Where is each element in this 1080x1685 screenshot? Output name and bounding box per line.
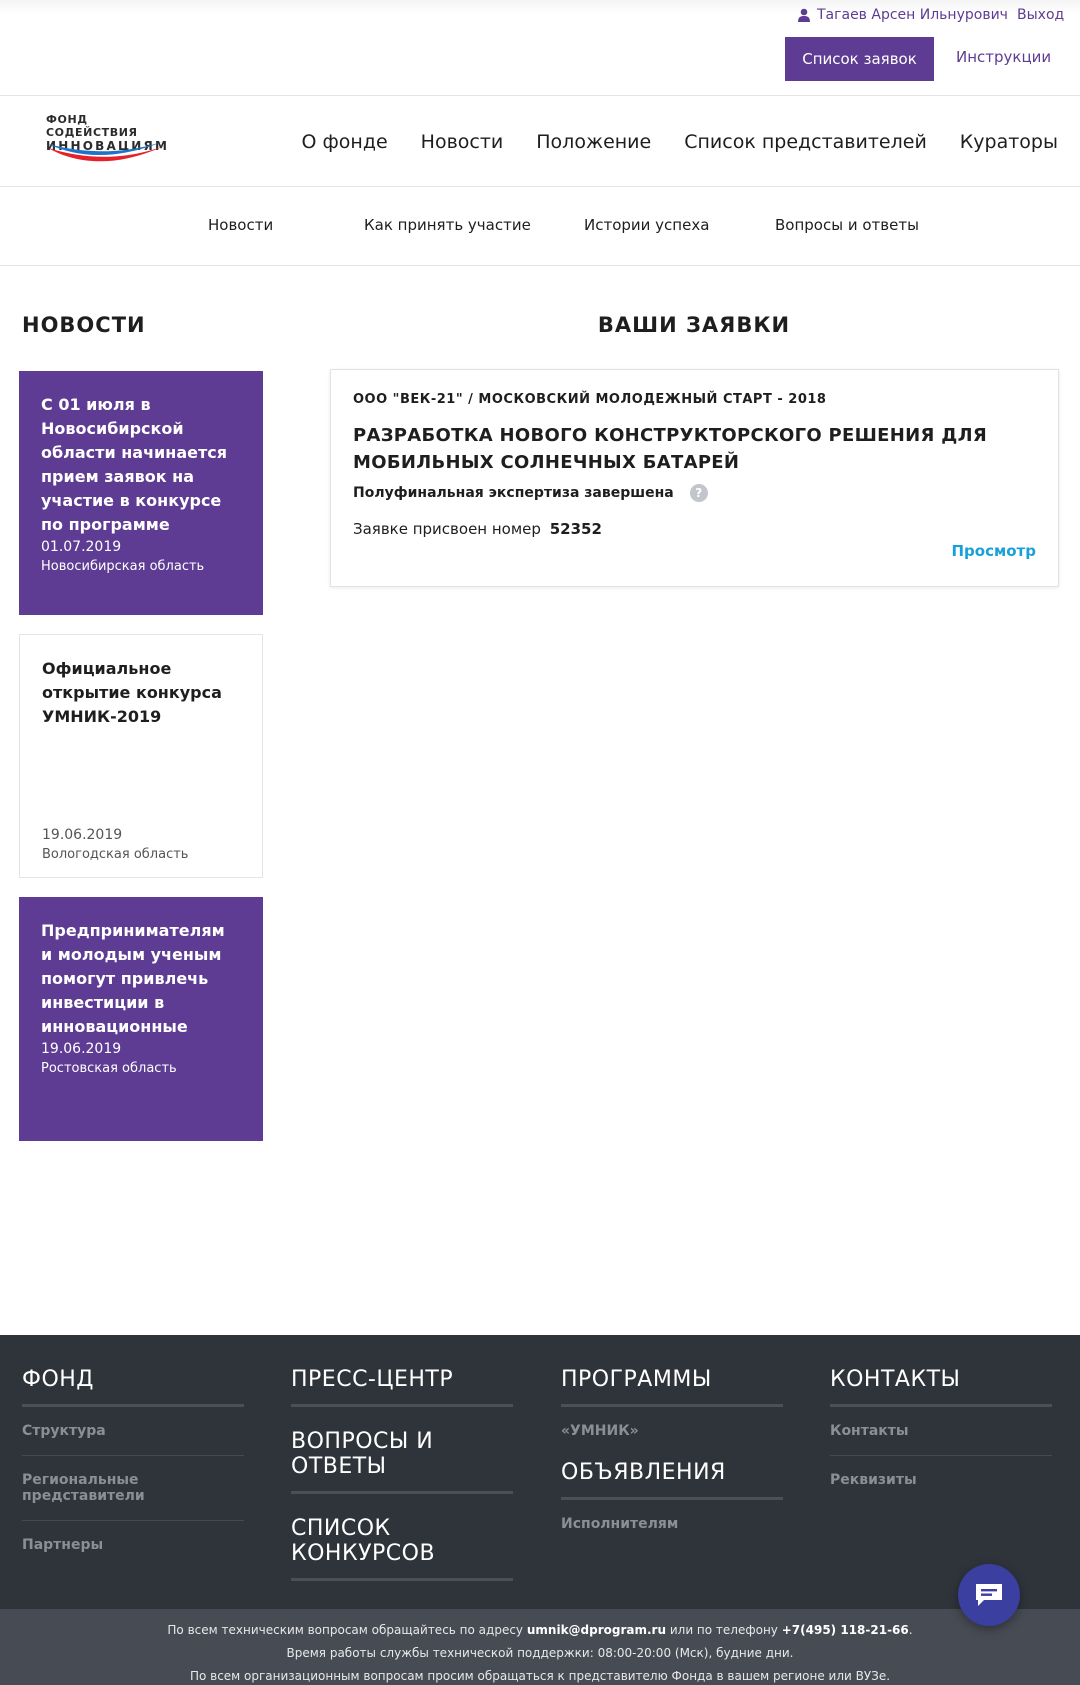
- support-email[interactable]: umnik@dprogram.ru: [527, 1623, 666, 1637]
- news-title: Предпринимателям и молодым ученым помогу…: [41, 921, 225, 1036]
- footer-heading-faq[interactable]: ВОПРОСЫ И ОТВЕТЫ: [291, 1429, 513, 1494]
- news-card[interactable]: Официальное открытие конкурса УМНИК-2019…: [19, 634, 263, 878]
- news-heading: НОВОСТИ: [22, 313, 146, 337]
- application-organization: ООО "ВЕК-21" / МОСКОВСКИЙ МОЛОДЕЖНЫЙ СТА…: [353, 392, 827, 407]
- support-line-3: По всем организационным вопросам просим …: [189, 1669, 891, 1683]
- chat-button[interactable]: [958, 1564, 1020, 1626]
- application-number-value: 52352: [549, 520, 602, 538]
- chat-icon: [976, 1584, 1002, 1606]
- logo-swoosh-icon: [48, 142, 164, 162]
- sub-navigation: Новости Как принять участие Истории успе…: [0, 188, 1080, 266]
- nav-regulations[interactable]: Положение: [536, 131, 651, 153]
- news-region: Ростовская область: [41, 1061, 177, 1076]
- application-title: РАЗРАБОТКА НОВОГО КОНСТРУКТОРСКОГО РЕШЕН…: [353, 425, 987, 473]
- footer-heading-contacts[interactable]: КОНТАКТЫ: [830, 1367, 1052, 1407]
- news-date: 19.06.2019: [41, 1041, 122, 1057]
- view-application-link[interactable]: Просмотр: [952, 542, 1037, 560]
- nav-representatives[interactable]: Список представителей: [684, 131, 927, 153]
- top-bar: Тагаев Арсен Ильнурович Выход Список зая…: [0, 0, 1080, 96]
- main-header: ФОНД СОДЕЙСТВИЯ ИННОВАЦИЯМ О фонде Новос…: [0, 96, 1080, 187]
- footer-link-regional-reps[interactable]: Региональные представители: [22, 1456, 244, 1521]
- footer-heading-fund[interactable]: ФОНД: [22, 1367, 244, 1407]
- user-name: Тагаев Арсен Ильнурович: [817, 7, 1008, 23]
- nav-curators[interactable]: Кураторы: [960, 131, 1058, 153]
- support-info-bar: По всем техническим вопросам обращайтесь…: [0, 1609, 1080, 1685]
- help-icon[interactable]: ?: [689, 484, 708, 502]
- logo-line-1: ФОНД СОДЕЙСТВИЯ: [46, 113, 138, 139]
- support-line-2: Время работы службы технической поддержк…: [286, 1646, 794, 1660]
- footer-column-programs: ПРОГРАММЫ «УМНИК» ОБЪЯВЛЕНИЯ Исполнителя…: [561, 1367, 783, 1548]
- news-card[interactable]: С 01 июля в Новосибирской области начина…: [19, 371, 263, 615]
- footer-link-contacts[interactable]: Контакты: [830, 1407, 1052, 1456]
- support-phone[interactable]: +7(495) 118-21-66: [782, 1623, 909, 1637]
- footer-link-structure[interactable]: Структура: [22, 1407, 244, 1456]
- applications-list-button[interactable]: Список заявок: [785, 37, 934, 81]
- support-line-1: По всем техническим вопросам обращайтесь…: [0, 1619, 1080, 1642]
- application-card: ООО "ВЕК-21" / МОСКОВСКИЙ МОЛОДЕЖНЫЙ СТА…: [330, 369, 1059, 587]
- nav-news[interactable]: Новости: [421, 131, 504, 153]
- news-date: 01.07.2019: [41, 539, 122, 555]
- application-number: Заявке присвоен номер 52352: [353, 520, 602, 538]
- subnav-success-stories[interactable]: Истории успеха: [584, 216, 709, 234]
- instructions-link[interactable]: Инструкции: [956, 48, 1051, 66]
- support-text: или по телефону: [669, 1623, 778, 1637]
- footer-link-requisites[interactable]: Реквизиты: [830, 1456, 1052, 1504]
- subnav-faq[interactable]: Вопросы и ответы: [775, 216, 919, 234]
- news-region: Вологодская область: [42, 847, 189, 862]
- subnav-how-to-participate[interactable]: Как принять участие: [364, 216, 531, 234]
- footer-link-umnik[interactable]: «УМНИК»: [561, 1407, 783, 1455]
- footer-heading-contests[interactable]: СПИСОК КОНКУРСОВ: [291, 1516, 513, 1581]
- footer-heading-press[interactable]: ПРЕСС-ЦЕНТР: [291, 1367, 513, 1407]
- footer-link-executors[interactable]: Исполнителям: [561, 1500, 783, 1548]
- fund-logo[interactable]: ФОНД СОДЕЙСТВИЯ ИННОВАЦИЯМ: [46, 113, 168, 171]
- logout-link[interactable]: Выход: [1017, 7, 1064, 23]
- footer-link-partners[interactable]: Партнеры: [22, 1521, 244, 1569]
- main-navigation: О фонде Новости Положение Список предста…: [269, 96, 1058, 187]
- support-text: .: [908, 1623, 913, 1637]
- application-number-label: Заявке присвоен номер: [353, 520, 541, 538]
- footer-heading-announcements[interactable]: ОБЪЯВЛЕНИЯ: [561, 1460, 783, 1500]
- application-status: Полуфинальная экспертиза завершена ?: [353, 484, 708, 502]
- news-region: Новосибирская область: [41, 559, 205, 574]
- application-status-text: Полуфинальная экспертиза завершена: [353, 485, 674, 501]
- news-card[interactable]: Предпринимателям и молодым ученым помогу…: [19, 897, 263, 1141]
- footer-column-press: ПРЕСС-ЦЕНТР ВОПРОСЫ И ОТВЕТЫ СПИСОК КОНК…: [291, 1367, 513, 1603]
- news-title: Официальное открытие конкурса УМНИК-2019: [42, 659, 222, 726]
- footer-column-fund: ФОНД Структура Региональные представител…: [22, 1367, 244, 1569]
- nav-about[interactable]: О фонде: [302, 131, 388, 153]
- footer: ФОНД Структура Региональные представител…: [0, 1335, 1080, 1609]
- footer-column-contacts: КОНТАКТЫ Контакты Реквизиты: [830, 1367, 1052, 1504]
- user-profile-link[interactable]: Тагаев Арсен Ильнурович: [797, 7, 1008, 23]
- news-date: 19.06.2019: [42, 827, 123, 843]
- user-icon: [797, 8, 811, 22]
- news-title: С 01 июля в Новосибирской области начина…: [41, 395, 227, 534]
- subnav-news[interactable]: Новости: [208, 216, 273, 234]
- support-text: По всем техническим вопросам обращайтесь…: [167, 1623, 524, 1637]
- footer-heading-programs[interactable]: ПРОГРАММЫ: [561, 1367, 783, 1407]
- applications-heading: ВАШИ ЗАЯВКИ: [597, 313, 791, 337]
